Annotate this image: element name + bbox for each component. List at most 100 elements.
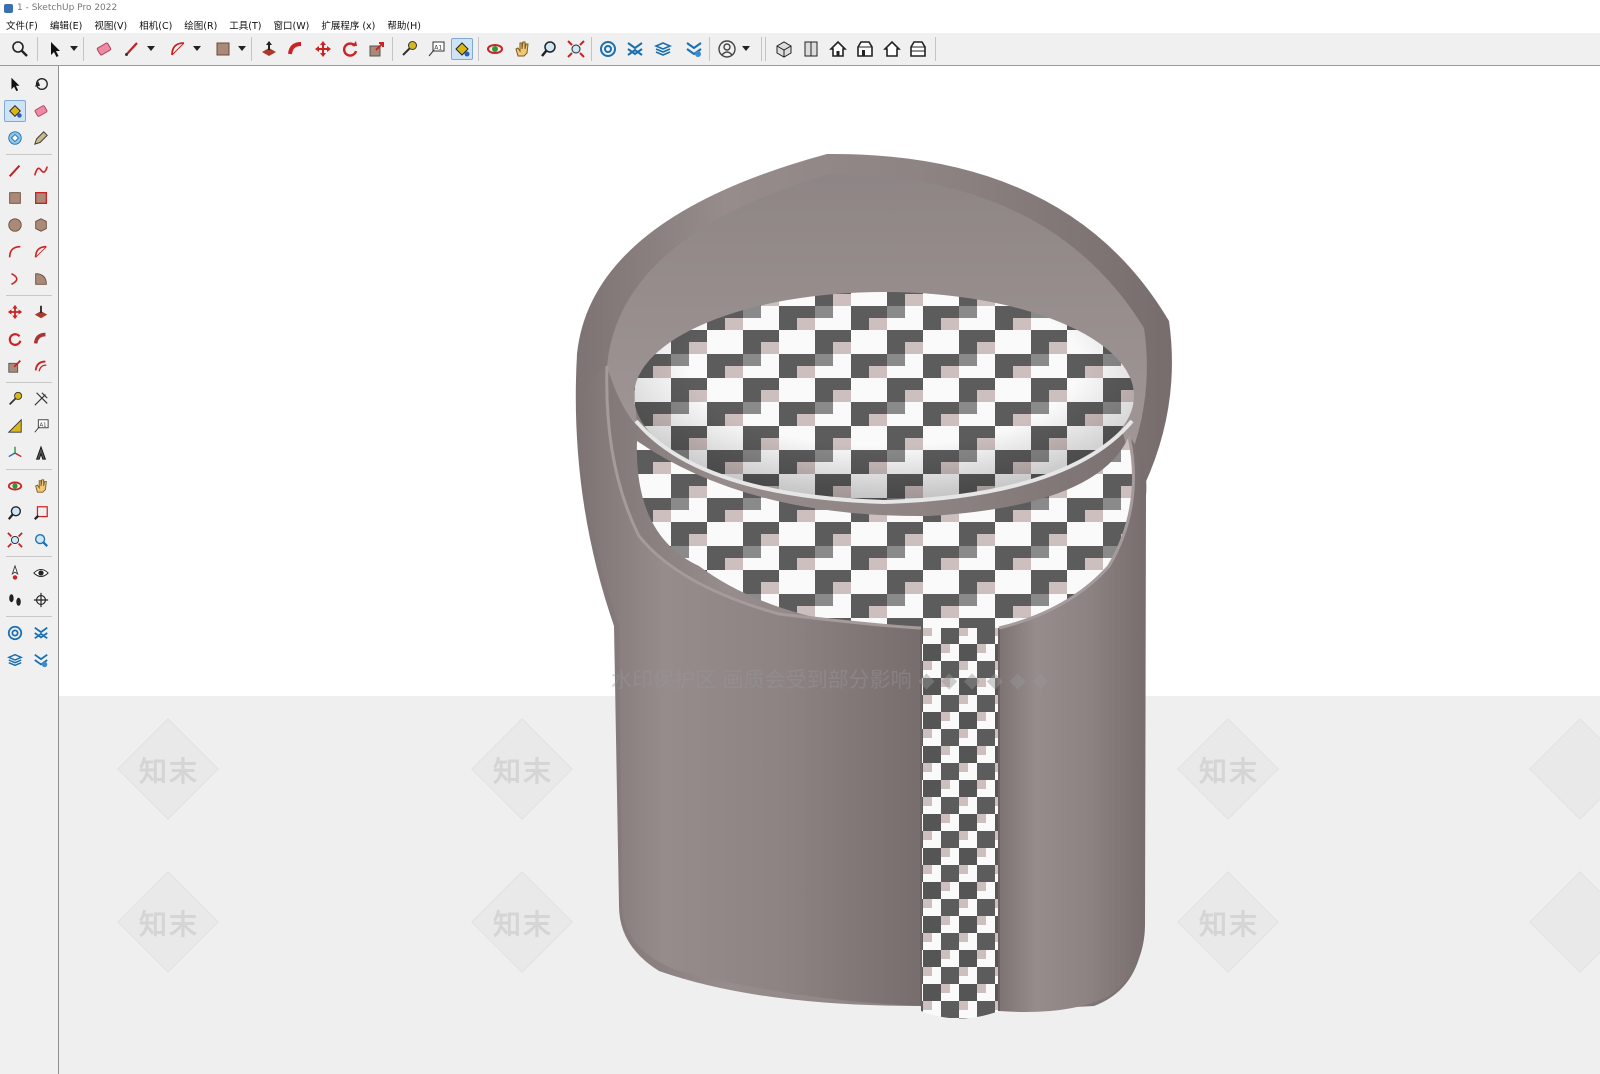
section-plane-icon[interactable] [30, 589, 52, 611]
chevron-down-icon[interactable] [70, 44, 78, 54]
iso-view-icon[interactable] [773, 38, 795, 60]
zoom-extents-icon[interactable] [565, 38, 587, 60]
toolbar-separator [765, 37, 766, 61]
menu-window[interactable]: 窗口(W) [268, 18, 316, 32]
rotated-rectangle-icon[interactable] [30, 187, 52, 209]
select-icon[interactable] [44, 38, 66, 60]
dimension-icon[interactable] [30, 388, 52, 410]
menu-help[interactable]: 帮助(H) [381, 18, 427, 32]
back-view-icon[interactable] [881, 38, 903, 60]
push-pull-icon[interactable] [30, 301, 52, 323]
line-icon[interactable] [121, 38, 143, 60]
menu-extensions[interactable]: 扩展程序 (x) [315, 18, 381, 32]
menu-edit[interactable]: 编辑(E) [44, 18, 88, 32]
account-icon[interactable] [716, 38, 738, 60]
extension-warehouse-icon[interactable] [624, 38, 646, 60]
move-icon[interactable] [4, 301, 26, 323]
layout-icon[interactable] [652, 38, 674, 60]
model-viewport[interactable]: 知末 知末 知末 知末 知末 知末 水印保护区 画质会受到部分影响 ◆ ◆ ◆ … [59, 66, 1600, 1074]
toolbar-separator [591, 37, 592, 61]
look-around-icon[interactable] [30, 562, 52, 584]
circle-icon[interactable] [4, 214, 26, 236]
arc-icon[interactable] [167, 38, 189, 60]
make-component-icon[interactable] [30, 73, 52, 95]
zoom-extents-icon[interactable] [4, 529, 26, 551]
paint-bucket-icon[interactable] [4, 100, 26, 122]
lasso-select-icon[interactable] [4, 127, 26, 149]
offset-icon[interactable] [30, 355, 52, 377]
walk-icon[interactable] [4, 589, 26, 611]
orbit-icon[interactable] [484, 38, 506, 60]
follow-me-icon[interactable] [30, 328, 52, 350]
chevron-down-icon[interactable] [147, 44, 155, 54]
chevron-down-icon[interactable] [193, 44, 201, 54]
zoom-window-icon[interactable] [30, 502, 52, 524]
cushion-top-shade [634, 292, 1134, 500]
orbit-icon[interactable] [4, 475, 26, 497]
arc-icon[interactable] [4, 241, 26, 263]
line-icon[interactable] [4, 160, 26, 182]
eraser-icon[interactable] [30, 100, 52, 122]
toolbar-separator [392, 37, 393, 61]
toolbar-separator [6, 616, 52, 617]
menu-draw[interactable]: 绘图(R) [178, 18, 223, 32]
menu-tools[interactable]: 工具(T) [223, 18, 267, 32]
extension-warehouse-icon[interactable] [30, 622, 52, 644]
right-view-icon[interactable] [854, 38, 876, 60]
scale-icon[interactable] [366, 38, 388, 60]
left-view-icon[interactable] [907, 38, 929, 60]
rectangle-icon[interactable] [4, 187, 26, 209]
text-icon[interactable]: A1 [425, 38, 447, 60]
toolbar-separator [478, 37, 479, 61]
move-icon[interactable] [312, 38, 334, 60]
select-icon[interactable] [4, 73, 26, 95]
toolbar-separator [251, 37, 252, 61]
follow-me-icon[interactable] [285, 38, 307, 60]
tape-measure-icon[interactable] [4, 388, 26, 410]
paint-bucket-icon[interactable] [451, 38, 473, 60]
scale-icon[interactable] [4, 355, 26, 377]
previous-view-icon[interactable] [30, 529, 52, 551]
chevron-down-icon[interactable] [742, 44, 750, 54]
three-point-arc-icon[interactable] [4, 268, 26, 290]
menu-view[interactable]: 视图(V) [88, 18, 133, 32]
rotate-icon[interactable] [4, 328, 26, 350]
svg-text:A1: A1 [434, 44, 442, 51]
chair-model[interactable] [59, 66, 1600, 1074]
warehouse-icon[interactable] [597, 38, 619, 60]
pan-icon[interactable] [511, 38, 533, 60]
warehouse-icon[interactable] [4, 622, 26, 644]
window-title: 1 - SketchUp Pro 2022 [17, 3, 118, 13]
extension-manager-icon[interactable] [30, 649, 52, 671]
axes-icon[interactable] [4, 442, 26, 464]
toolbar-separator [6, 382, 52, 383]
text-icon[interactable]: A1 [30, 415, 52, 437]
main-toolbar: A1 [0, 33, 1600, 66]
3d-text-icon[interactable] [30, 442, 52, 464]
menu-camera[interactable]: 相机(C) [133, 18, 178, 32]
tag-icon[interactable] [30, 127, 52, 149]
protractor-icon[interactable] [4, 415, 26, 437]
watermark-banner: 水印保护区 画质会受到部分影响 ◆ ◆ ◆ ◆ ◆ ◆ [611, 668, 1049, 692]
tape-measure-icon[interactable] [398, 38, 420, 60]
layout-icon[interactable] [4, 649, 26, 671]
chevron-down-icon[interactable] [238, 44, 246, 54]
rotate-icon[interactable] [339, 38, 361, 60]
front-view-icon[interactable] [827, 38, 849, 60]
zoom-icon[interactable] [538, 38, 560, 60]
position-camera-icon[interactable] [4, 562, 26, 584]
push-pull-icon[interactable] [258, 38, 280, 60]
polygon-icon[interactable] [30, 214, 52, 236]
two-point-arc-icon[interactable] [30, 241, 52, 263]
rectangle-icon[interactable] [212, 38, 234, 60]
top-view-icon[interactable] [800, 38, 822, 60]
freehand-icon[interactable] [30, 160, 52, 182]
sketchup-tag-icon[interactable] [683, 38, 705, 60]
zoom-icon[interactable] [4, 502, 26, 524]
pie-icon[interactable] [30, 268, 52, 290]
eraser-icon[interactable] [93, 38, 115, 60]
pan-icon[interactable] [30, 475, 52, 497]
menu-bar: 文件(F) 编辑(E) 视图(V) 相机(C) 绘图(R) 工具(T) 窗口(W… [0, 16, 1600, 33]
menu-file[interactable]: 文件(F) [0, 18, 44, 32]
zoom-window-icon[interactable] [9, 38, 31, 60]
